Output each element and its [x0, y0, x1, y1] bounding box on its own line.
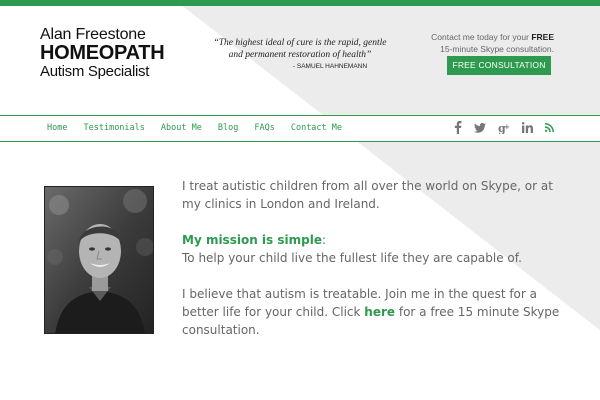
main-content: I treat autistic children from all over … [182, 177, 562, 357]
profile-photo [44, 186, 154, 334]
nav-menu: Home Testimonials About Me Blog FAQs Con… [47, 123, 358, 133]
nav-item-about-me[interactable]: About Me [161, 123, 202, 133]
main-navigation: Home Testimonials About Me Blog FAQs Con… [0, 115, 600, 142]
quote-text: “The highest ideal of cure is the rapid,… [213, 38, 387, 60]
quote-author: - SAMUEL HAHNEMANN [292, 63, 368, 70]
social-links: g + [442, 121, 554, 134]
linkedin-icon[interactable] [522, 122, 533, 133]
logo-subtitle: Autism Specialist [40, 63, 150, 80]
cta-free-label: FREE [531, 32, 554, 42]
header-quote: “The highest ideal of cure is the rapid,… [210, 37, 390, 70]
nav-item-contact-me[interactable]: Contact Me [291, 123, 342, 133]
logo-title: HOMEOPATH [40, 42, 165, 64]
twitter-icon[interactable] [474, 122, 486, 133]
cta-line1: Contact me today for your [431, 32, 532, 42]
nav-item-testimonials[interactable]: Testimonials [83, 123, 144, 133]
nav-item-blog[interactable]: Blog [218, 123, 238, 133]
intro-paragraph: I treat autistic children from all over … [182, 179, 553, 211]
facebook-icon[interactable] [454, 121, 462, 134]
mission-heading: My mission is simple [182, 233, 322, 247]
nav-item-home[interactable]: Home [47, 123, 67, 133]
rss-icon[interactable] [545, 123, 554, 132]
belief-paragraph: I believe that autism is treatable. Join… [182, 285, 562, 339]
site-logo[interactable]: Alan Freestone HOMEOPATH Autism Speciali… [40, 26, 170, 80]
svg-text:+: + [504, 123, 510, 131]
here-link[interactable]: here [364, 305, 395, 319]
mission-text: To help your child live the fullest life… [182, 251, 522, 265]
logo-name: Alan Freestone [40, 26, 146, 43]
mission-paragraph: My mission is simple: To help your child … [182, 231, 562, 267]
mission-colon: : [321, 233, 327, 247]
cta-line2: 15-minute Skype consultation. [440, 44, 554, 54]
nav-item-faqs[interactable]: FAQs [254, 123, 274, 133]
header-cta-text: Contact me today for your FREE 15-minute… [384, 31, 554, 55]
free-consultation-button[interactable]: FREE CONSULTATION [447, 56, 551, 75]
google-plus-icon[interactable]: g + [498, 122, 510, 134]
